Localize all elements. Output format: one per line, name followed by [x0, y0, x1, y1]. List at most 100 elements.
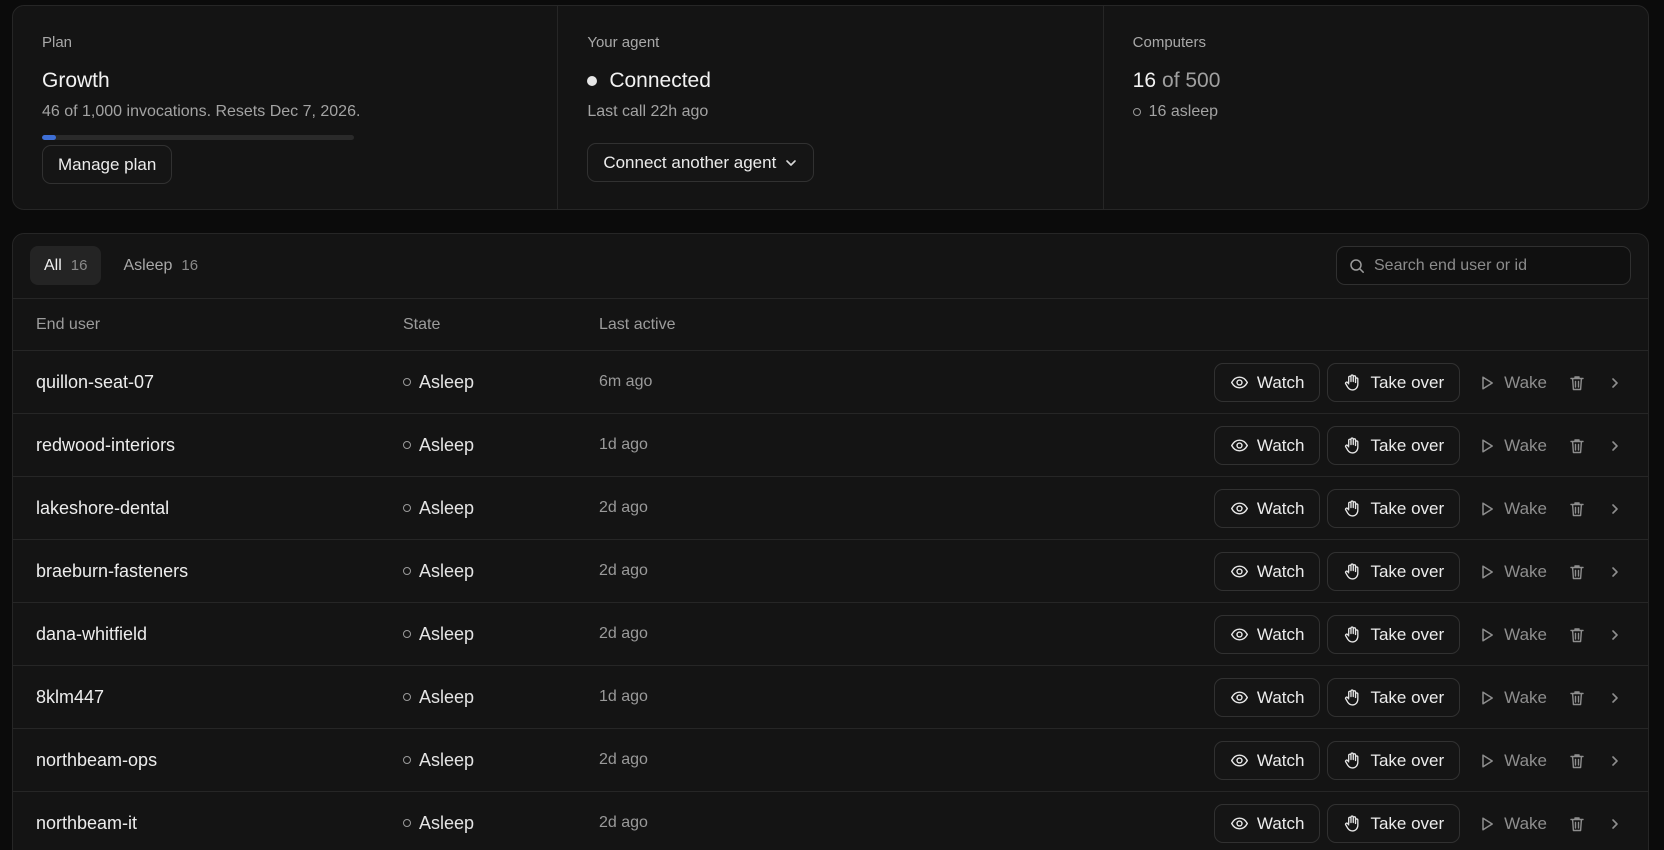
- connect-another-agent-button[interactable]: Connect another agent: [587, 143, 815, 182]
- chevron-right-icon: [1608, 502, 1622, 516]
- table-row[interactable]: 8klm447 Asleep 1d ago Watch Take over Wa…: [13, 666, 1648, 729]
- table-toolbar: All 16 Asleep 16: [13, 234, 1648, 299]
- table-header: End user State Last active: [13, 299, 1648, 351]
- wake-button[interactable]: Wake: [1467, 615, 1558, 654]
- open-row-button[interactable]: [1596, 363, 1634, 402]
- wake-label: Wake: [1504, 372, 1547, 392]
- state-text: Asleep: [419, 623, 475, 644]
- table-row[interactable]: quillon-seat-07 Asleep 6m ago Watch Take…: [13, 351, 1648, 414]
- open-row-button[interactable]: [1596, 804, 1634, 843]
- search-icon: [1349, 258, 1365, 274]
- watch-button[interactable]: Watch: [1213, 489, 1321, 528]
- summary-panel: Plan Growth 46 of 1,000 invocations. Res…: [12, 5, 1649, 210]
- table-row[interactable]: northbeam-ops Asleep 2d ago Watch Take o…: [13, 729, 1648, 792]
- row-actions: Watch Take over Wake: [1213, 426, 1634, 465]
- tab-asleep[interactable]: Asleep 16: [109, 246, 212, 285]
- take-over-button[interactable]: Take over: [1327, 804, 1461, 843]
- agent-status-text: Connected: [609, 69, 711, 92]
- asleep-dot-icon: [403, 819, 411, 827]
- table-body: quillon-seat-07 Asleep 6m ago Watch Take…: [13, 351, 1648, 850]
- play-icon: [1478, 689, 1496, 707]
- watch-label: Watch: [1256, 687, 1305, 707]
- take-over-button[interactable]: Take over: [1327, 615, 1461, 654]
- last-active-text: 2d ago: [599, 751, 648, 768]
- last-active-text: 1d ago: [599, 688, 648, 705]
- take-over-button[interactable]: Take over: [1327, 678, 1461, 717]
- watch-button[interactable]: Watch: [1213, 363, 1321, 402]
- wake-button[interactable]: Wake: [1467, 552, 1558, 591]
- end-user-name: lakeshore-dental: [36, 497, 170, 518]
- wake-button[interactable]: Wake: [1467, 489, 1558, 528]
- open-row-button[interactable]: [1596, 489, 1634, 528]
- watch-label: Watch: [1256, 750, 1305, 770]
- delete-button[interactable]: [1558, 489, 1596, 528]
- last-active-text: 2d ago: [599, 625, 648, 642]
- wake-button[interactable]: Wake: [1467, 363, 1558, 402]
- delete-button[interactable]: [1558, 552, 1596, 591]
- table-row[interactable]: dana-whitfield Asleep 2d ago Watch Take …: [13, 603, 1648, 666]
- hand-icon: [1343, 814, 1362, 833]
- watch-button[interactable]: Watch: [1213, 678, 1321, 717]
- wake-button[interactable]: Wake: [1467, 741, 1558, 780]
- table-row[interactable]: redwood-interiors Asleep 1d ago Watch Ta…: [13, 414, 1648, 477]
- state-cell: Asleep: [403, 813, 474, 834]
- state-text: Asleep: [419, 560, 475, 581]
- chevron-right-icon: [1608, 691, 1622, 705]
- open-row-button[interactable]: [1596, 741, 1634, 780]
- open-row-button[interactable]: [1596, 426, 1634, 465]
- take-over-label: Take over: [1370, 498, 1445, 518]
- computers-card: Computers 16 of 500 16 asleep: [1104, 6, 1648, 209]
- search-input[interactable]: [1374, 256, 1618, 275]
- eye-icon: [1230, 751, 1249, 770]
- delete-button[interactable]: [1558, 426, 1596, 465]
- state-text: Asleep: [419, 812, 475, 833]
- take-over-button[interactable]: Take over: [1327, 489, 1461, 528]
- manage-plan-button[interactable]: Manage plan: [42, 145, 173, 184]
- watch-label: Watch: [1256, 498, 1305, 518]
- take-over-button[interactable]: Take over: [1327, 552, 1461, 591]
- wake-button[interactable]: Wake: [1467, 804, 1558, 843]
- open-row-button[interactable]: [1596, 552, 1634, 591]
- table-row[interactable]: lakeshore-dental Asleep 2d ago Watch Tak…: [13, 477, 1648, 540]
- watch-button[interactable]: Watch: [1213, 615, 1321, 654]
- play-icon: [1478, 437, 1496, 455]
- delete-button[interactable]: [1558, 741, 1596, 780]
- table-row[interactable]: braeburn-fasteners Asleep 2d ago Watch T…: [13, 540, 1648, 603]
- play-icon: [1478, 374, 1496, 392]
- delete-button[interactable]: [1558, 615, 1596, 654]
- wake-button[interactable]: Wake: [1467, 678, 1558, 717]
- asleep-dot-icon: [403, 567, 411, 575]
- row-actions: Watch Take over Wake: [1213, 741, 1634, 780]
- chevron-right-icon: [1608, 628, 1622, 642]
- asleep-dot-icon: [403, 693, 411, 701]
- chevron-right-icon: [1608, 565, 1622, 579]
- table-row[interactable]: northbeam-it Asleep 2d ago Watch Take ov…: [13, 792, 1648, 850]
- tab-all[interactable]: All 16: [30, 246, 102, 285]
- watch-button[interactable]: Watch: [1213, 804, 1321, 843]
- end-user-name: northbeam-ops: [36, 749, 158, 770]
- take-over-button[interactable]: Take over: [1327, 363, 1461, 402]
- take-over-button[interactable]: Take over: [1327, 426, 1461, 465]
- row-actions: Watch Take over Wake: [1213, 615, 1634, 654]
- delete-button[interactable]: [1558, 804, 1596, 843]
- open-row-button[interactable]: [1596, 678, 1634, 717]
- connect-another-agent-label: Connect another agent: [603, 152, 777, 172]
- end-user-name: dana-whitfield: [36, 623, 148, 644]
- play-icon: [1478, 752, 1496, 770]
- delete-button[interactable]: [1558, 678, 1596, 717]
- wake-button[interactable]: Wake: [1467, 426, 1558, 465]
- hand-icon: [1343, 625, 1362, 644]
- eye-icon: [1230, 688, 1249, 707]
- open-row-button[interactable]: [1596, 615, 1634, 654]
- take-over-button[interactable]: Take over: [1327, 741, 1461, 780]
- asleep-dot-icon: [403, 504, 411, 512]
- eye-icon: [1230, 625, 1249, 644]
- state-cell: Asleep: [403, 624, 474, 645]
- watch-button[interactable]: Watch: [1213, 426, 1321, 465]
- watch-button[interactable]: Watch: [1213, 552, 1321, 591]
- state-text: Asleep: [419, 686, 475, 707]
- delete-button[interactable]: [1558, 363, 1596, 402]
- play-icon: [1478, 563, 1496, 581]
- watch-button[interactable]: Watch: [1213, 741, 1321, 780]
- take-over-label: Take over: [1370, 813, 1445, 833]
